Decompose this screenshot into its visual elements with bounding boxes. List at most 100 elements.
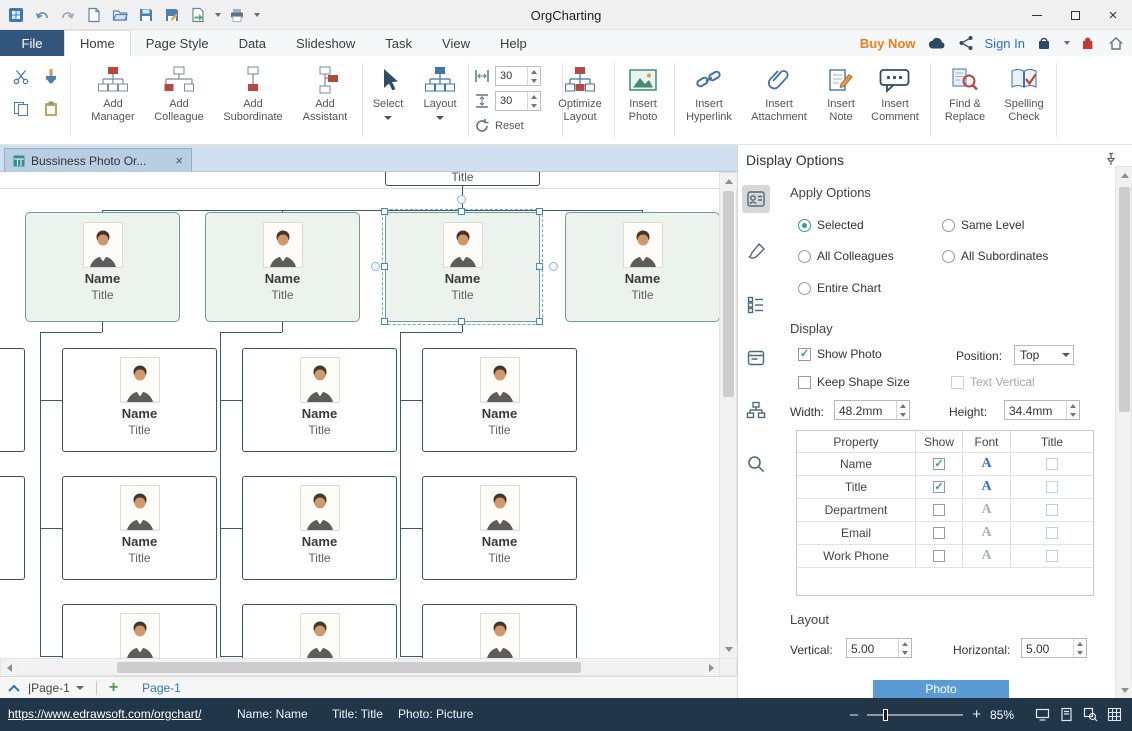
new-document-icon[interactable] [84,5,104,25]
org-chart-node[interactable]: Name Title [242,604,397,658]
canvas-horizontal-scrollbar[interactable] [0,658,719,676]
add-manager-button[interactable]: Add Manager [82,58,144,142]
canvas-vertical-scrollbar[interactable] [719,172,737,658]
org-chart-node[interactable]: Name Title [422,348,577,452]
radio-same-level[interactable]: Same Level [942,218,1024,232]
tab-help[interactable]: Help [485,30,542,56]
panel-scroll-thumb[interactable] [1119,187,1130,412]
select-dropdown-icon[interactable] [384,116,392,120]
title-checkbox[interactable] [1046,504,1058,516]
layout-button[interactable]: Layout [415,58,465,142]
layout-dropdown-icon[interactable] [436,116,444,120]
undo-icon[interactable] [32,5,52,25]
selection-handle[interactable] [536,263,543,270]
selection-handle[interactable] [536,208,543,215]
selection-handle[interactable] [458,318,465,325]
cloud-icon[interactable] [927,36,947,50]
reset-button[interactable]: Reset [495,120,524,132]
org-chart-node[interactable]: Name Title [242,348,397,452]
v-spacing-input[interactable]: 30 [495,91,541,111]
show-checkbox[interactable]: ✓ [933,481,945,493]
format-painter-icon[interactable] [38,64,64,90]
pin-icon[interactable] [1104,152,1118,166]
tab-display-options[interactable] [742,185,770,213]
title-checkbox[interactable] [1046,458,1058,470]
scroll-left-arrow[interactable] [1,659,18,676]
home-icon[interactable] [1108,35,1124,51]
tab-home[interactable]: Home [64,30,131,56]
add-subordinate-button[interactable]: Add Subordinate [215,58,291,142]
fit-page-icon[interactable] [1059,707,1074,722]
add-page-button[interactable]: + [109,680,118,696]
font-button[interactable]: A [981,479,991,495]
zoom-slider-track[interactable] [867,714,963,716]
share-icon[interactable] [958,35,974,51]
org-chart-node[interactable]: Name Title [242,476,397,580]
selection-handle[interactable] [536,318,543,325]
height-input[interactable]: 34.4mm [1004,400,1080,420]
radio-all-subordinates[interactable]: All Subordinates [942,249,1048,263]
scroll-down-arrow[interactable] [1116,682,1132,699]
org-chart-node[interactable]: Name Title [62,476,217,580]
font-button[interactable]: A [981,456,991,472]
org-chart-node[interactable]: Name Title [62,348,217,452]
show-checkbox[interactable] [933,550,945,562]
font-button[interactable]: A [981,525,991,541]
buy-now-link[interactable]: Buy Now [860,36,916,51]
canvas[interactable]: Title Name Title Name Title [0,172,737,676]
spelling-check-button[interactable]: Spelling Check [996,58,1052,142]
selection-handle[interactable] [381,318,388,325]
selection-handle[interactable] [381,263,388,270]
optimize-layout-button[interactable]: Optimize Layout [550,58,610,142]
org-chart-node[interactable]: Name Title [205,212,360,322]
org-chart-node[interactable]: Name Title [385,212,540,322]
add-assistant-button[interactable]: Add Assistant [293,58,357,142]
title-checkbox[interactable] [1046,527,1058,539]
font-button[interactable]: A [981,502,991,518]
org-chart-node[interactable]: Name Title [0,348,25,452]
zoom-in-button[interactable]: + [972,707,981,722]
file-menu-button[interactable]: File [0,30,64,56]
vertical-spacing-input[interactable]: 5.00 [846,638,912,658]
insert-note-button[interactable]: Insert Note [818,58,864,142]
export-dropdown-icon[interactable] [215,13,221,17]
tab-card-options[interactable] [742,344,770,372]
insert-comment-button[interactable]: Insert Comment [866,58,924,142]
show-checkbox[interactable] [933,504,945,516]
maximize-button[interactable] [1056,0,1094,30]
show-photo-checkbox[interactable]: ✓ Show Photo [798,347,882,361]
scroll-up-arrow[interactable] [720,173,737,190]
horizontal-scroll-thumb[interactable] [117,662,581,673]
position-dropdown[interactable]: Top [1014,345,1074,365]
insert-attachment-button[interactable]: Insert Attachment [744,58,814,142]
show-checkbox[interactable] [933,527,945,539]
tab-slideshow[interactable]: Slideshow [281,30,370,56]
page-selector-dropdown-icon[interactable] [76,686,84,690]
select-button[interactable]: Select [365,58,411,142]
print-icon[interactable] [227,5,247,25]
tab-page-style[interactable]: Page Style [131,30,224,56]
tab-close-icon[interactable]: × [175,154,183,167]
page-selector[interactable]: |Page-1 [28,681,84,695]
quick-add-handle[interactable] [371,262,380,271]
insert-photo-button[interactable]: Insert Photo [618,58,668,142]
print-dropdown-icon[interactable] [254,13,260,17]
tab-view[interactable]: View [427,30,485,56]
page-tab[interactable]: Page-1 [142,681,181,695]
org-chart-node[interactable]: Name Title [62,604,217,658]
selection-handle[interactable] [458,208,465,215]
open-file-icon[interactable] [110,5,130,25]
tab-zoom-search[interactable] [742,450,770,478]
redo-icon[interactable] [58,5,78,25]
org-chart-node[interactable]: Name Title [422,604,577,658]
radio-entire-chart[interactable]: Entire Chart [798,281,881,295]
save-as-icon[interactable] [162,5,182,25]
photo-list-item[interactable]: Photo [873,680,1009,698]
zoom-slider-thumb[interactable] [883,709,888,721]
org-chart-node[interactable]: Name Title [25,212,180,322]
zoom-selection-icon[interactable] [1083,707,1098,722]
cut-icon[interactable] [8,64,34,90]
radio-all-colleagues[interactable]: All Colleagues [798,249,894,263]
scroll-down-arrow[interactable] [720,641,737,658]
minimize-button[interactable] [1018,0,1056,30]
